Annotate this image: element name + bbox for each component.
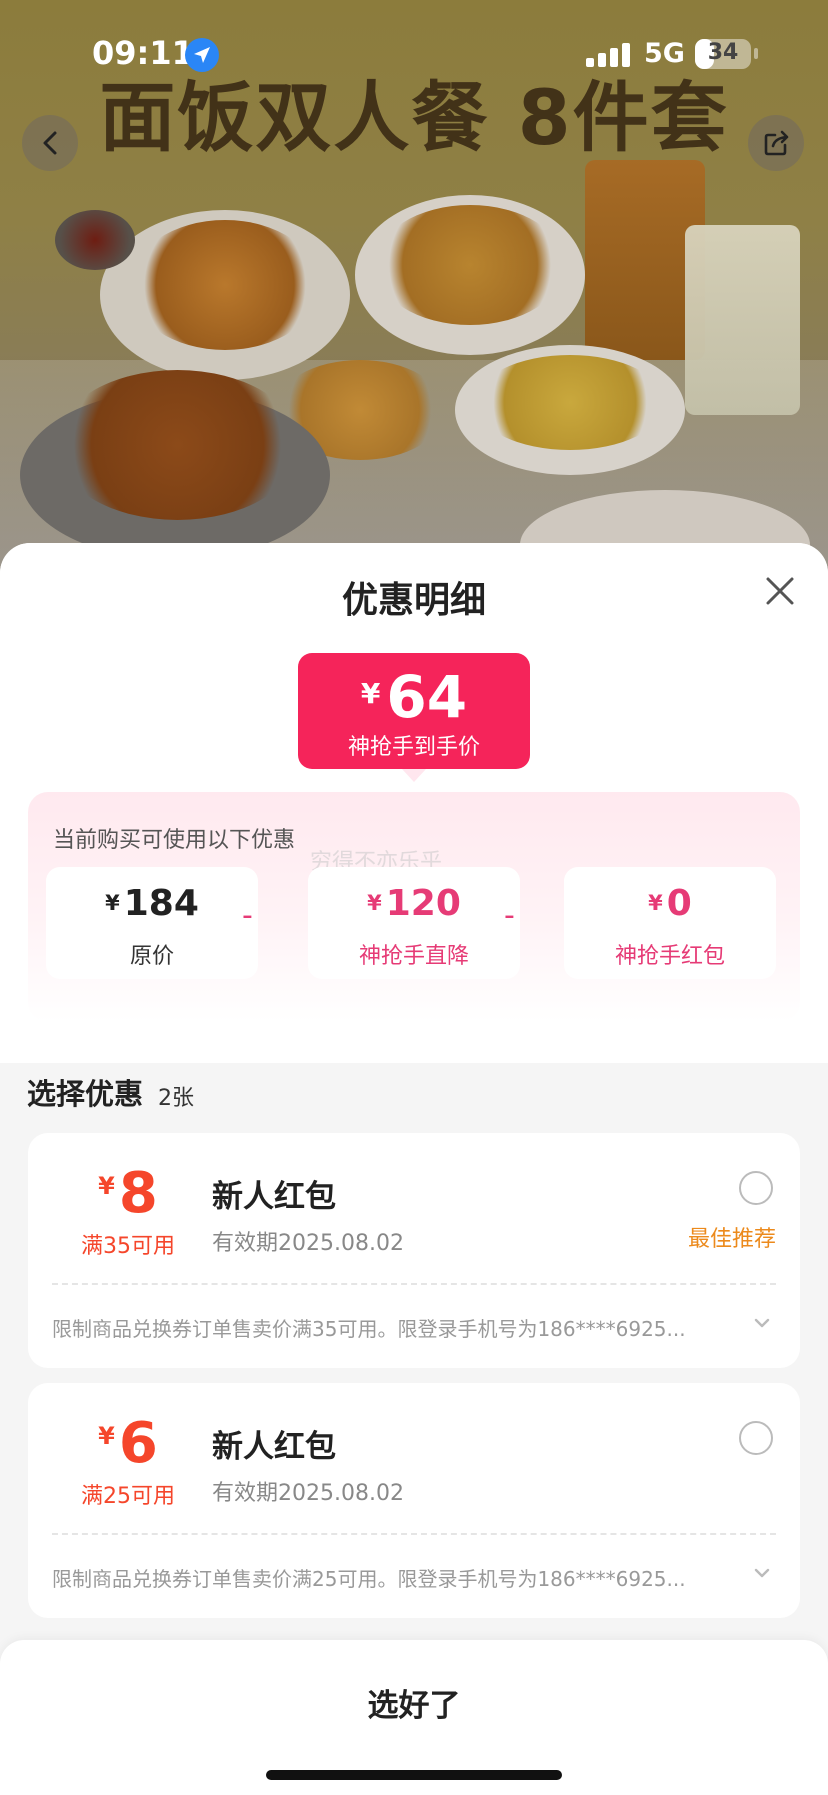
coupon-select-radio[interactable] (739, 1171, 773, 1205)
chevron-left-icon (43, 131, 57, 155)
dashed-divider (52, 1283, 776, 1285)
coupon-amount-value: 6 (118, 1411, 158, 1476)
coupon-validity: 有效期2025.08.02 (212, 1231, 404, 1256)
discount-caption: 当前购买可使用以下优惠 (53, 828, 296, 853)
home-indicator (266, 1770, 562, 1780)
discount-breakdown: 当前购买可使用以下优惠 穷得不亦乐乎 ¥184 原价 - ¥120 神抢手直降 … (28, 792, 800, 1022)
final-price-value: 64 (386, 663, 468, 731)
back-button[interactable] (22, 115, 78, 171)
minus-sign: - (504, 898, 515, 933)
battery-tip (754, 48, 758, 59)
sauce-cup (55, 210, 135, 270)
original-price-value: 184 (123, 883, 199, 924)
coupon-rule-text: 限制商品兑换券订单售卖价满35可用。限登录手机号为186****6925... (52, 1317, 686, 1341)
coupon-name: 新人红包 (212, 1179, 336, 1215)
best-recommend-badge: 最佳推荐 (687, 1227, 776, 1252)
chevron-down-icon[interactable] (752, 1316, 772, 1330)
share-icon (764, 130, 789, 156)
coupon-amount: ¥6 (28, 1411, 228, 1476)
original-price-card: ¥184 原价 (46, 867, 258, 979)
currency-symbol: ¥ (105, 891, 120, 915)
coupon-card[interactable]: ¥8 满35可用 新人红包 有效期2025.08.02 最佳推荐 限制商品兑换券… (28, 1133, 800, 1368)
fried-chicken (55, 370, 300, 520)
dashed-divider (52, 1533, 776, 1535)
coupon-validity: 有效期2025.08.02 (212, 1481, 404, 1506)
currency-symbol: ¥ (98, 1172, 115, 1200)
status-bar: 09:11 5G 34 (0, 34, 828, 78)
lemonade-glass (685, 225, 800, 415)
discount-detail-sheet: 优惠明细 ¥64 神抢手到手价 当前购买可使用以下优惠 穷得不亦乐乎 ¥184 … (0, 543, 828, 1795)
red-packet-label: 神抢手红包 (614, 944, 725, 969)
bottom-action-bar: 选好了 (0, 1640, 828, 1795)
sheet-title: 优惠明细 (341, 580, 486, 621)
final-price-badge: ¥64 神抢手到手价 (298, 653, 530, 782)
confirm-button[interactable]: 选好了 (0, 1680, 828, 1725)
final-price-label: 神抢手到手价 (347, 735, 480, 760)
coupon-rule-text: 限制商品兑换券订单售卖价满25可用。限登录手机号为186****6925... (52, 1567, 686, 1591)
currency-symbol: ¥ (98, 1422, 115, 1450)
direct-discount-value: 120 (385, 883, 461, 924)
coupon-select-radio[interactable] (739, 1421, 773, 1455)
coupon-count: 2张 (158, 1086, 194, 1111)
product-hero-image: 面饭双人餐 8件套 (0, 0, 828, 580)
close-icon (766, 577, 794, 605)
currency-symbol: ¥ (648, 891, 663, 915)
coupon-name: 新人红包 (212, 1429, 336, 1465)
currency-symbol: ¥ (367, 891, 382, 915)
coupon-condition: 满25可用 (81, 1484, 175, 1509)
onion-rings (130, 220, 320, 350)
red-packet-card: ¥0 神抢手红包 (564, 867, 776, 979)
currency-symbol: ¥ (360, 677, 381, 710)
status-time: 09:11 (92, 34, 194, 72)
battery-icon: 34 (695, 39, 751, 69)
minus-sign: - (242, 898, 253, 933)
original-price-label: 原价 (129, 944, 174, 969)
red-packet-value: 0 (666, 883, 692, 924)
corn-dish (475, 355, 665, 450)
signal-strength-icon (586, 43, 630, 67)
direct-discount-label: 神抢手直降 (358, 944, 469, 969)
direct-discount-card: ¥120 神抢手直降 (308, 867, 520, 979)
select-discount-title: 选择优惠 (27, 1077, 144, 1111)
coupon-amount-value: 8 (118, 1161, 158, 1226)
share-button[interactable] (748, 115, 804, 171)
coupon-amount: ¥8 (28, 1161, 228, 1226)
coupon-card[interactable]: ¥6 满25可用 新人红包 有效期2025.08.02 限制商品兑换券订单售卖价… (28, 1383, 800, 1618)
close-button[interactable] (762, 573, 798, 609)
chicken-nuggets (375, 205, 565, 325)
chevron-down-icon[interactable] (752, 1566, 772, 1580)
battery-level: 34 (707, 40, 739, 65)
location-arrow-icon (185, 38, 219, 72)
network-type: 5G (644, 38, 685, 69)
coupon-condition: 满35可用 (81, 1234, 175, 1259)
